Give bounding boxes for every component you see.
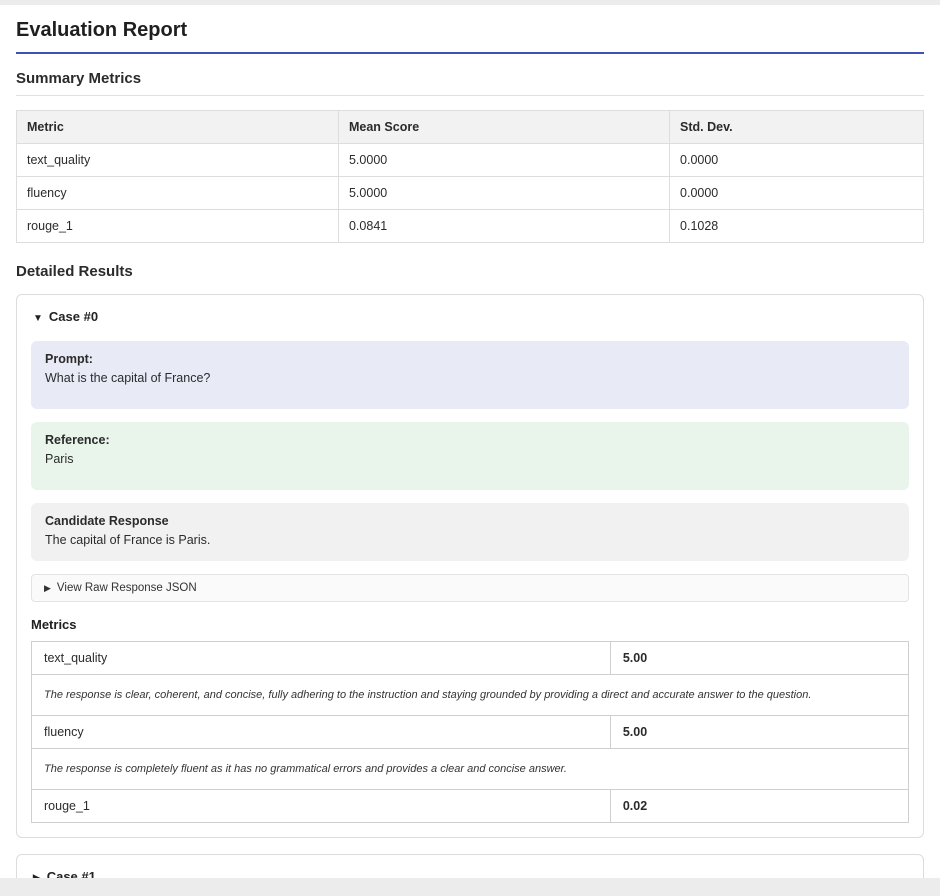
view-raw-json-label: View Raw Response JSON — [57, 582, 197, 594]
case-card-0: ▼ Case #0 Prompt: What is the capital of … — [16, 294, 924, 838]
metric-explanation-cell: The response is completely fluent as it … — [32, 749, 909, 790]
mean-score-cell: 5.0000 — [338, 144, 669, 177]
prompt-text: What is the capital of France? — [45, 371, 895, 385]
metric-score-cell: 0.02 — [610, 790, 908, 823]
prompt-label: Prompt: — [45, 352, 895, 366]
std-dev-cell: 0.0000 — [670, 144, 924, 177]
case-card-1: ▶ Case #1 — [16, 854, 924, 878]
summary-col-mean: Mean Score — [338, 111, 669, 144]
metric-name-cell: text_quality — [32, 642, 611, 675]
candidate-response-text: The capital of France is Paris. — [45, 533, 895, 547]
chevron-right-icon: ▶ — [33, 873, 41, 878]
mean-score-cell: 0.0841 — [338, 210, 669, 243]
case-metrics-table: text_quality 5.00 The response is clear,… — [31, 641, 909, 823]
case-1-label: Case #1 — [47, 869, 96, 878]
chevron-right-icon: ▶ — [44, 583, 51, 593]
report-page: Evaluation Report Summary Metrics Metric… — [0, 5, 940, 878]
metric-score-cell: 5.00 — [610, 716, 908, 749]
metric-name-cell: fluency — [32, 716, 611, 749]
std-dev-cell: 0.1028 — [670, 210, 924, 243]
reference-box: Reference: Paris — [31, 422, 909, 490]
candidate-response-box: Candidate Response The capital of France… — [31, 503, 909, 561]
case-0-toggle[interactable]: ▼ Case #0 — [31, 305, 909, 328]
table-row: fluency 5.00 — [32, 716, 909, 749]
metric-score-cell: 5.00 — [610, 642, 908, 675]
page-title: Evaluation Report — [16, 19, 924, 54]
summary-col-std: Std. Dev. — [670, 111, 924, 144]
detailed-results-heading: Detailed Results — [16, 263, 924, 284]
chevron-down-icon: ▼ — [33, 313, 43, 324]
table-row: The response is clear, coherent, and con… — [32, 675, 909, 716]
table-row: fluency 5.0000 0.0000 — [17, 177, 924, 210]
table-row: rouge_1 0.0841 0.1028 — [17, 210, 924, 243]
reference-label: Reference: — [45, 433, 895, 447]
table-row: text_quality 5.00 — [32, 642, 909, 675]
case-1-toggle[interactable]: ▶ Case #1 — [31, 865, 909, 878]
metric-name-cell: fluency — [17, 177, 339, 210]
candidate-response-label: Candidate Response — [45, 514, 895, 528]
reference-text: Paris — [45, 452, 895, 466]
table-row: The response is completely fluent as it … — [32, 749, 909, 790]
case-0-label: Case #0 — [49, 309, 98, 324]
table-row: rouge_1 0.02 — [32, 790, 909, 823]
prompt-box: Prompt: What is the capital of France? — [31, 341, 909, 409]
summary-metrics-table: Metric Mean Score Std. Dev. text_quality… — [16, 110, 924, 243]
metric-explanation-cell: The response is clear, coherent, and con… — [32, 675, 909, 716]
std-dev-cell: 0.0000 — [670, 177, 924, 210]
metric-name-cell: rouge_1 — [32, 790, 611, 823]
case-metrics-heading: Metrics — [31, 617, 909, 632]
view-raw-json-toggle[interactable]: ▶ View Raw Response JSON — [31, 574, 909, 602]
metric-name-cell: rouge_1 — [17, 210, 339, 243]
table-row: text_quality 5.0000 0.0000 — [17, 144, 924, 177]
summary-metrics-heading: Summary Metrics — [16, 70, 924, 96]
summary-header-row: Metric Mean Score Std. Dev. — [17, 111, 924, 144]
metric-name-cell: text_quality — [17, 144, 339, 177]
summary-col-metric: Metric — [17, 111, 339, 144]
mean-score-cell: 5.0000 — [338, 177, 669, 210]
